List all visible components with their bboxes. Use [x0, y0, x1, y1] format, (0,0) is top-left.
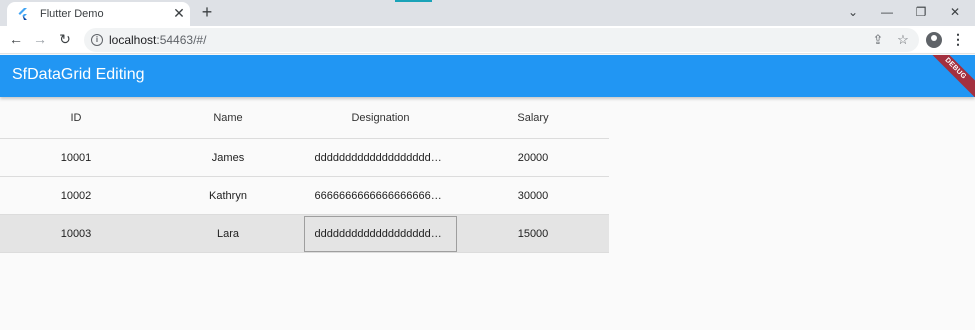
- cell-designation-current[interactable]: ddddddddddddddddddddddddd: [304, 216, 457, 252]
- cell-id[interactable]: 10003: [0, 215, 152, 252]
- url-text[interactable]: localhost:54463/#/: [109, 33, 206, 47]
- kebab-menu-icon[interactable]: ⋮: [950, 31, 966, 47]
- address-bar[interactable]: i localhost:54463/#/ ⇪ ☆: [84, 28, 919, 52]
- arrow-left-icon[interactable]: ←: [8, 31, 24, 47]
- share-icon[interactable]: ⇪: [870, 32, 886, 48]
- column-header-name[interactable]: Name: [152, 97, 304, 138]
- cell-name[interactable]: Lara: [152, 215, 304, 252]
- debug-banner: DEBUG: [926, 55, 975, 97]
- arrow-right-icon[interactable]: →: [32, 31, 48, 47]
- data-grid: ID Name Designation Salary 10001 James d…: [0, 97, 609, 253]
- tab-title: Flutter Demo: [40, 8, 104, 20]
- reload-icon[interactable]: ↻: [57, 31, 73, 47]
- column-header-id[interactable]: ID: [0, 97, 152, 138]
- cell-id[interactable]: 10002: [0, 177, 152, 214]
- column-header-salary[interactable]: Salary: [457, 97, 609, 138]
- cell-name[interactable]: James: [152, 139, 304, 176]
- restore-icon[interactable]: ❐: [911, 4, 931, 20]
- browser-toolbar: ← → ↻ i localhost:54463/#/ ⇪ ☆ ⋮: [0, 26, 975, 54]
- header-row: ID Name Designation Salary: [0, 97, 609, 139]
- info-icon[interactable]: i: [91, 34, 103, 46]
- table-row[interactable]: 10001 James ddddddddddddddddddddddddd 20…: [0, 139, 609, 177]
- table-row[interactable]: 10002 Kathryn 6666666666666666666666666 …: [0, 177, 609, 215]
- cell-salary[interactable]: 20000: [457, 139, 609, 176]
- minimize-icon[interactable]: —: [877, 4, 897, 20]
- window-close-icon[interactable]: ✕: [945, 4, 965, 20]
- cell-salary[interactable]: 30000: [457, 177, 609, 214]
- app-bar: SfDataGrid Editing DEBUG: [0, 55, 975, 97]
- table-row-selected[interactable]: 10003 Lara ddddddddddddddddddddddddd 150…: [0, 215, 609, 253]
- flutter-logo-icon: [18, 8, 27, 20]
- tab-strip-indicator: [395, 0, 432, 2]
- cell-id[interactable]: 10001: [0, 139, 152, 176]
- browser-tab-strip: Flutter Demo ✕ + ⌄ — ❐ ✕: [0, 0, 975, 26]
- cell-salary[interactable]: 15000: [457, 215, 609, 252]
- column-header-designation[interactable]: Designation: [304, 97, 457, 138]
- cell-name[interactable]: Kathryn: [152, 177, 304, 214]
- browser-tab[interactable]: Flutter Demo ✕: [7, 2, 190, 26]
- cell-designation[interactable]: 6666666666666666666666666: [304, 177, 457, 214]
- new-tab-button[interactable]: +: [198, 3, 216, 21]
- close-icon[interactable]: ✕: [171, 5, 187, 21]
- page-title: SfDataGrid Editing: [12, 66, 145, 83]
- star-icon[interactable]: ☆: [895, 32, 911, 48]
- tab-search-icon[interactable]: ⌄: [843, 4, 863, 20]
- cell-designation[interactable]: ddddddddddddddddddddddddd: [304, 139, 457, 176]
- profile-icon[interactable]: [926, 32, 942, 48]
